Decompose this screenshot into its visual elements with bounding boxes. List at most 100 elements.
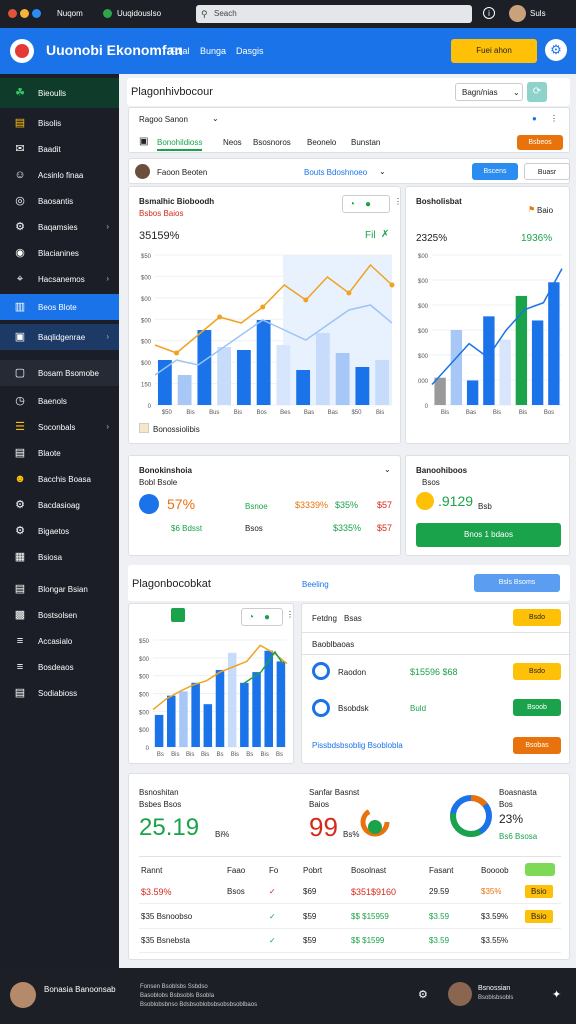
refresh-icon[interactable]: ⟳	[527, 82, 547, 102]
sidebar-item-19[interactable]: ▩ Bostsolsen	[0, 602, 119, 628]
bar	[217, 347, 232, 405]
people-icon: ☻	[14, 473, 26, 485]
sidebar-item-10[interactable]: ▢ Bosam Bsomobe	[0, 360, 119, 386]
stats-unit: Bsb	[478, 502, 492, 511]
list-header: Fetdng	[312, 614, 337, 623]
sidebar-item-22[interactable]: ▤ Sodiabioss	[0, 680, 119, 706]
settings-icon[interactable]: ⚙	[545, 39, 567, 61]
sidebar-item-8[interactable]: ▥ Beos Blote	[0, 294, 119, 320]
section-button[interactable]: Bsls Bsoms	[474, 574, 560, 592]
table-cell: $3.59%	[141, 887, 172, 897]
sidebar-item-12[interactable]: ☰ Soconbals ›	[0, 414, 119, 440]
nav-link-2[interactable]: Bunga	[200, 46, 226, 56]
app-header: Uuonobi Ekonomfan Fdial Bunga Dasgis Fue…	[0, 28, 576, 74]
sidebar-item-7[interactable]: ⌖ Hacsanemos ›	[0, 266, 119, 292]
sidebar-item-1[interactable]: ▤ Bisolis	[0, 110, 119, 136]
filter-link[interactable]: Bouts Bdoshnoeo	[304, 168, 367, 177]
x-tick-label: Bis	[186, 410, 194, 416]
y-tick-label: $00	[139, 657, 150, 663]
kpi2-title: Sanfar Basnst	[309, 788, 360, 797]
sidebar: ☘ Bieoulls ▤ Bisolis ✉ Baadit ☺ Acsinlo finaa…	[0, 74, 119, 968]
sidebar-item-3[interactable]: ☺ Acsinlo finaa	[0, 162, 119, 188]
section-filter[interactable]: Beeling	[302, 580, 329, 589]
chart-toolbar[interactable]: ◔ ●	[342, 195, 390, 213]
sidebar-item-15[interactable]: ⚙ Bacdasioag	[0, 492, 119, 518]
stats-action-button[interactable]: Bnos 1 bdaos	[416, 523, 561, 547]
chart-value: 35159%	[139, 230, 180, 242]
list-footer-button[interactable]: Bsobas	[513, 737, 561, 754]
bar	[434, 377, 446, 405]
dots-icon[interactable]: ⋮	[286, 610, 294, 619]
kpi1-unit: Bi%	[215, 830, 230, 839]
chat-icon: ✉	[15, 143, 25, 155]
x-tick-label: Bis	[171, 752, 179, 758]
sidebar-item-20[interactable]: ≡ Accasialo	[0, 628, 119, 654]
dots-icon[interactable]: ⋮	[394, 197, 402, 206]
y-tick-label: $00	[139, 710, 150, 716]
data-point	[389, 282, 395, 288]
close-icon[interactable]: ✗	[381, 229, 389, 240]
info-icon[interactable]: i	[483, 7, 495, 19]
x-tick-label: Bos	[256, 410, 266, 416]
list-footer-link[interactable]: Pissbdsbsoblig Bsoblobla	[312, 741, 403, 750]
section-title: Plagonbocobkat	[132, 578, 211, 590]
bar	[450, 330, 463, 405]
bar	[240, 682, 249, 747]
tab-bunstan[interactable]: Bunstan	[351, 138, 380, 147]
sidebar-item-0[interactable]: ☘ Bieoulls	[0, 78, 119, 108]
sidebar-item-16[interactable]: ⚙ Bigaetos	[0, 518, 119, 544]
tab-bsosnoros[interactable]: Bsosnoros	[253, 138, 291, 147]
list-item-button[interactable]: Bsoob	[513, 699, 561, 716]
leaf-icon: ☘	[15, 87, 25, 99]
chevron-down-icon: ⌄	[513, 88, 520, 97]
nav-link-1[interactable]: Fdial	[170, 46, 190, 56]
tab-action-button[interactable]: Bsbeos	[517, 135, 563, 150]
sidebar-item-11[interactable]: ◷ Baenols	[0, 388, 119, 414]
window-controls[interactable]	[8, 9, 46, 19]
header-action-button[interactable]: Fuei ahon	[451, 39, 537, 63]
sidebar-item-17[interactable]: ▦ Bsiosa	[0, 544, 119, 570]
search-input[interactable]: ⚲ Seach	[196, 5, 472, 23]
gear-icon: ⚙	[15, 525, 25, 537]
sidebar-item-9[interactable]: ▣ Baqlidgenrae ›	[0, 324, 119, 350]
user-name[interactable]: Suls	[530, 9, 546, 18]
list-item-button[interactable]: Bsdo	[513, 663, 561, 680]
sidebar-item-14[interactable]: ☻ Bacchis Boasa	[0, 466, 119, 492]
sidebar-item-5[interactable]: ⚙ Baqamsies ›	[0, 214, 119, 240]
x-tick-label: Bis	[260, 752, 268, 758]
bar	[157, 360, 172, 405]
sidebar-item-4[interactable]: ◎ Baosantis	[0, 188, 119, 214]
table-cell: $69	[303, 887, 317, 896]
sidebar-item-2[interactable]: ✉ Baadit	[0, 136, 119, 162]
primary-button[interactable]: Bscens	[472, 163, 518, 180]
doc-icon: ▤	[14, 687, 26, 699]
tab-beonelo[interactable]: Beonelo	[307, 138, 336, 147]
sidebar-item-13[interactable]: ▤ Blaote	[0, 440, 119, 466]
x-tick-label: Bis	[441, 410, 449, 416]
gear-icon: ⚙	[15, 221, 25, 233]
star-icon[interactable]: ✦	[552, 988, 561, 1001]
secondary-button[interactable]: Buasr	[524, 163, 570, 180]
sidebar-item-18[interactable]: ▤ Blongar Bsian	[0, 576, 119, 602]
settings-icon[interactable]: ⚙	[418, 988, 428, 1001]
tab-1[interactable]: Nuqom	[57, 9, 83, 18]
list-header-button[interactable]: Bsdo	[513, 609, 561, 626]
sidebar-item-6[interactable]: ◉ Blacianines	[0, 240, 119, 266]
bar-chart-3: $50 $00 $00 $00 $00 $00 0 Bs Bis Bis Bis Bs Bis Bs Bis…	[139, 639, 288, 758]
kpi2-value: 99	[309, 812, 338, 842]
tab-2[interactable]: Uuqidouslso	[117, 9, 161, 18]
filter-select[interactable]: Bagn/nias ⌄	[455, 83, 523, 101]
list-icon: ≡	[16, 661, 24, 673]
footer-user-sub: Bsoblsbsobls	[478, 995, 514, 1001]
x-tick-label: Bes	[280, 410, 290, 416]
y-tick-label: 000	[418, 379, 429, 385]
nav-link-3[interactable]: Dasgis	[236, 46, 264, 56]
avatar[interactable]	[509, 5, 526, 22]
sidebar-item-21[interactable]: ≡ Bosdeaos	[0, 654, 119, 680]
bar	[315, 333, 330, 405]
tab-bonohildioss[interactable]: Bonohildioss	[157, 138, 203, 151]
chevron-right-icon: ›	[106, 222, 109, 231]
chart-toolbar[interactable]: ◔ ●	[241, 608, 283, 626]
bar	[177, 375, 192, 405]
tab-neos[interactable]: Neos	[223, 138, 242, 147]
